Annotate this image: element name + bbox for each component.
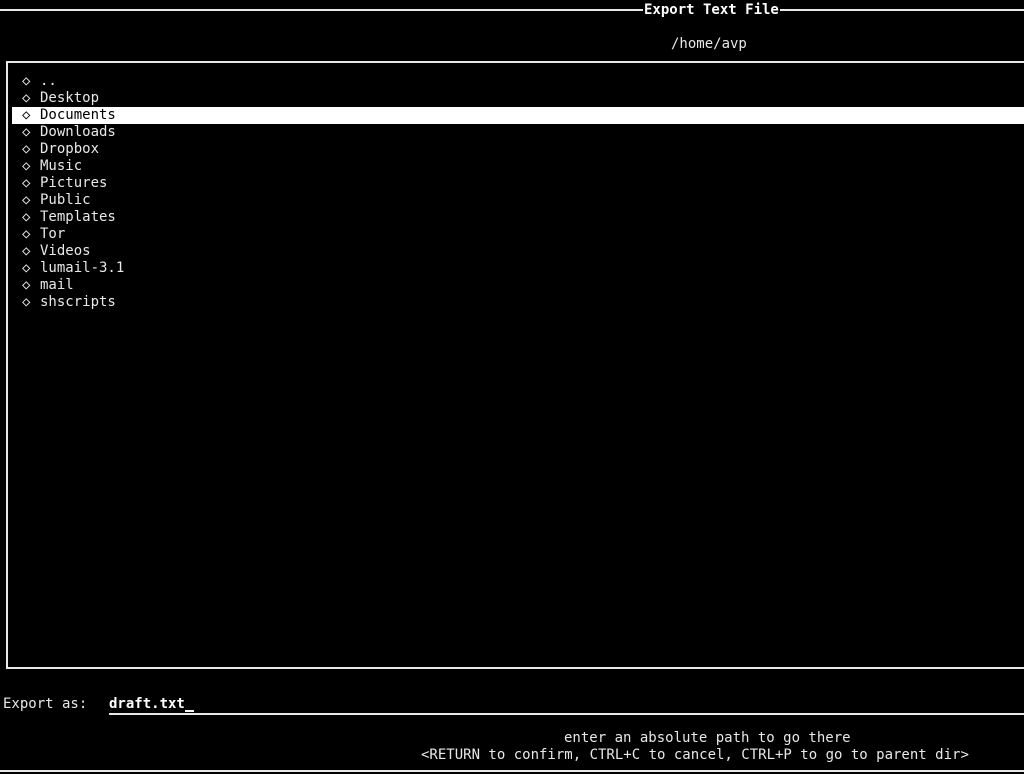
file-list: ◇.. ◇ Desktop ◇ Documents ◇ Downloads ◇ Dropbox ◇…: [12, 73, 1024, 311]
diamond-bullet-icon: ◇: [22, 260, 31, 276]
diamond-bullet-icon: ◇: [22, 226, 31, 242]
diamond-bullet-icon: ◇: [22, 141, 31, 157]
export-as-label: Export as:: [3, 696, 88, 712]
filename-value: draft.txt: [109, 696, 185, 712]
bottom-rule: [0, 770, 1024, 772]
hint-keybindings: <RETURN to confirm, CTRL+C to cancel, CT…: [421, 747, 969, 763]
diamond-bullet-icon: ◇: [22, 277, 31, 293]
title-rule: [0, 9, 1024, 11]
hint-absolute-path: enter an absolute path to go there: [564, 730, 851, 746]
diamond-bullet-icon: ◇: [22, 294, 31, 310]
file-list-item[interactable]: ◇ Downloads: [12, 124, 1024, 141]
file-list-item[interactable]: ◇ Templates: [12, 209, 1024, 226]
diamond-bullet-icon: ◇: [22, 175, 31, 191]
file-list-item[interactable]: ◇ Pictures: [12, 175, 1024, 192]
file-list-item[interactable]: ◇ Dropbox: [12, 141, 1024, 158]
filename-input[interactable]: draft.txt: [109, 696, 1024, 715]
file-name: shscripts: [40, 294, 116, 310]
file-name: Downloads: [40, 124, 116, 140]
file-list-item[interactable]: ◇ Music: [12, 158, 1024, 175]
file-name: ..: [40, 73, 57, 89]
file-name: Videos: [40, 243, 91, 259]
current-directory: /home/avp: [671, 36, 747, 52]
text-cursor: [184, 696, 194, 712]
diamond-bullet-icon: ◇: [22, 124, 31, 140]
file-name: Tor: [40, 226, 66, 242]
file-list-item[interactable]: ◇ Documents: [12, 107, 1024, 124]
file-name: Music: [40, 158, 83, 174]
file-list-item[interactable]: ◇..: [12, 73, 1024, 90]
file-name: lumail-3.1: [40, 260, 125, 276]
diamond-bullet-icon: ◇: [22, 243, 31, 259]
file-name: Desktop: [40, 90, 100, 106]
file-list-item[interactable]: ◇ Public: [12, 192, 1024, 209]
diamond-bullet-icon: ◇: [22, 107, 31, 123]
file-name: Pictures: [40, 175, 108, 191]
diamond-bullet-icon: ◇: [22, 90, 31, 106]
file-list-item[interactable]: ◇ lumail-3.1: [12, 260, 1024, 277]
file-name: Templates: [40, 209, 116, 225]
file-name: mail: [40, 277, 74, 293]
file-list-item[interactable]: ◇ Videos: [12, 243, 1024, 260]
diamond-bullet-icon: ◇: [22, 192, 31, 208]
file-list-item[interactable]: ◇ Desktop: [12, 90, 1024, 107]
file-name: Public: [40, 192, 91, 208]
file-browser: ◇.. ◇ Desktop ◇ Documents ◇ Downloads ◇ Dropbox ◇…: [6, 61, 1024, 669]
file-list-item[interactable]: ◇ mail: [12, 277, 1024, 294]
file-name: Dropbox: [40, 141, 100, 157]
file-list-item[interactable]: ◇ Tor: [12, 226, 1024, 243]
diamond-bullet-icon: ◇: [22, 158, 31, 174]
diamond-bullet-icon: ◇: [22, 73, 31, 89]
file-list-item[interactable]: ◇ shscripts: [12, 294, 1024, 311]
file-name: Documents: [40, 107, 116, 123]
dialog-title: Export Text File: [643, 2, 780, 19]
diamond-bullet-icon: ◇: [22, 209, 31, 225]
